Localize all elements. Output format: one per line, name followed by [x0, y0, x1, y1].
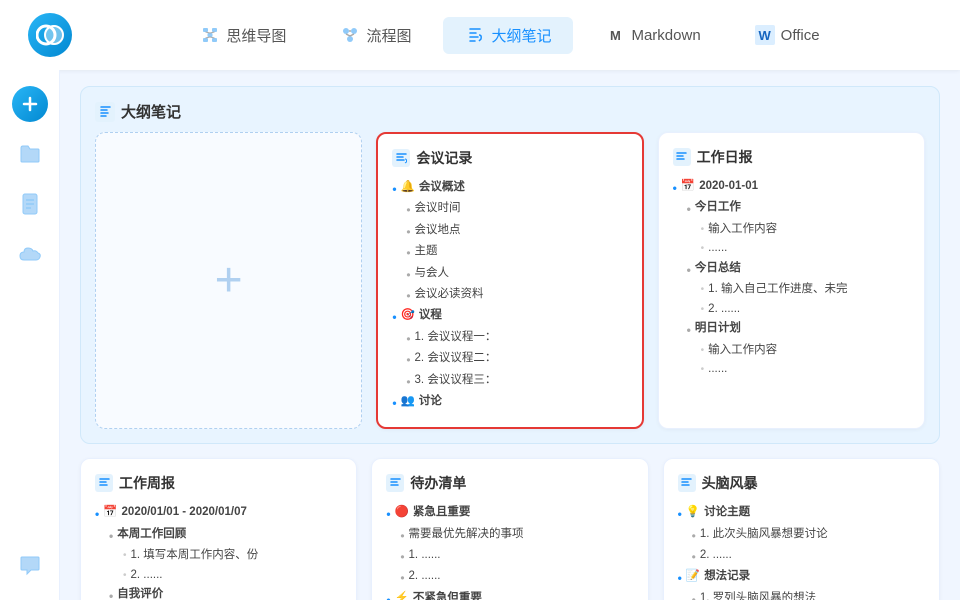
weekreport-content: 📅2020/01/01 - 2020/01/07 本周工作回顾 1. 填写本周工… [95, 503, 342, 600]
meeting-content: 🔔会议概述 会议时间 会议地点 主题 与会人 会议必读资料 🎯议程 1. 会议议… [392, 178, 627, 413]
meeting-card-title: 会议记录 [416, 148, 472, 168]
cloud-button[interactable] [12, 236, 48, 272]
todo-icon [386, 474, 404, 492]
nav-tabs: 思维导图 流程图 [80, 17, 940, 54]
worklog-card-icon [673, 148, 691, 166]
top-nav: 思维导图 流程图 [0, 0, 960, 70]
add-button[interactable] [12, 86, 48, 122]
meeting-card-icon [392, 149, 410, 167]
folder-button[interactable] [12, 136, 48, 172]
tab-flowchart-label: 流程图 [366, 25, 411, 46]
logo-area [20, 13, 80, 57]
outline-section: 大纲笔记 + 会议记录 🔔会议 [80, 86, 940, 444]
doc-button[interactable] [12, 186, 48, 222]
tab-markdown[interactable]: M Markdown [583, 17, 722, 53]
worklog-card[interactable]: 工作日报 📅2020-01-01 今日工作 输入工作内容 ...... 今日总结… [658, 132, 925, 429]
brainstorm-header: 头脑风暴 [678, 473, 925, 493]
weekreport-title: 工作周报 [119, 473, 175, 493]
plus-icon: + [215, 257, 243, 305]
meeting-card-header: 会议记录 [392, 148, 627, 168]
meeting-card[interactable]: 会议记录 🔔会议概述 会议时间 会议地点 主题 与会人 会议必读资料 🎯议程 1… [376, 132, 643, 429]
tab-outline[interactable]: 大纲笔记 [443, 17, 573, 54]
worklog-card-title: 工作日报 [697, 147, 753, 167]
main-layout: 大纲笔记 + 会议记录 🔔会议 [0, 70, 960, 600]
tab-office-label: Office [781, 27, 820, 44]
tab-office[interactable]: W Office [733, 17, 842, 53]
sidebar [0, 70, 60, 600]
mindmap-icon [200, 25, 220, 45]
brainstorm-title: 头脑风暴 [702, 473, 758, 493]
todo-title: 待办清单 [410, 473, 466, 493]
brainstorm-content: 💡讨论主题 1. 此次头脑风暴想要讨论 2. ...... 📝想法记录 1. 罗… [678, 503, 925, 600]
section-icon [95, 102, 115, 122]
tab-outline-label: 大纲笔记 [491, 25, 551, 46]
content-area: 大纲笔记 + 会议记录 🔔会议 [60, 70, 960, 600]
weekreport-header: 工作周报 [95, 473, 342, 493]
weekreport-card[interactable]: 工作周报 📅2020/01/01 - 2020/01/07 本周工作回顾 1. … [80, 458, 357, 600]
todo-card[interactable]: 待办清单 🔴紧急且重要 需要最优先解决的事项 1. ...... 2. ....… [371, 458, 648, 600]
logo [28, 13, 72, 57]
section-title: 大纲笔记 [121, 101, 181, 122]
brainstorm-card[interactable]: 头脑风暴 💡讨论主题 1. 此次头脑风暴想要讨论 2. ...... 📝想法记录… [663, 458, 940, 600]
section-header: 大纲笔记 [95, 101, 925, 122]
todo-header: 待办清单 [386, 473, 633, 493]
office-icon: W [755, 25, 775, 45]
new-card-button[interactable]: + [95, 132, 362, 429]
markdown-icon: M [605, 25, 625, 45]
weekreport-icon [95, 474, 113, 492]
brainstorm-icon [678, 474, 696, 492]
flowchart-icon [340, 25, 360, 45]
top-grid: + 会议记录 🔔会议概述 会议时间 会议地点 [95, 132, 925, 429]
outline-icon [465, 25, 485, 45]
todo-content: 🔴紧急且重要 需要最优先解决的事项 1. ...... 2. ...... ⚡不… [386, 503, 633, 600]
tab-markdown-label: Markdown [631, 27, 700, 44]
bottom-row: 工作周报 📅2020/01/01 - 2020/01/07 本周工作回顾 1. … [80, 458, 940, 600]
chat-button[interactable] [12, 548, 48, 584]
worklog-card-header: 工作日报 [673, 147, 910, 167]
tab-flowchart[interactable]: 流程图 [318, 17, 433, 54]
sidebar-bottom [12, 548, 48, 584]
tab-mindmap-label: 思维导图 [226, 25, 286, 46]
tab-mindmap[interactable]: 思维导图 [178, 17, 308, 54]
worklog-content: 📅2020-01-01 今日工作 输入工作内容 ...... 今日总结 1. 输… [673, 177, 910, 380]
